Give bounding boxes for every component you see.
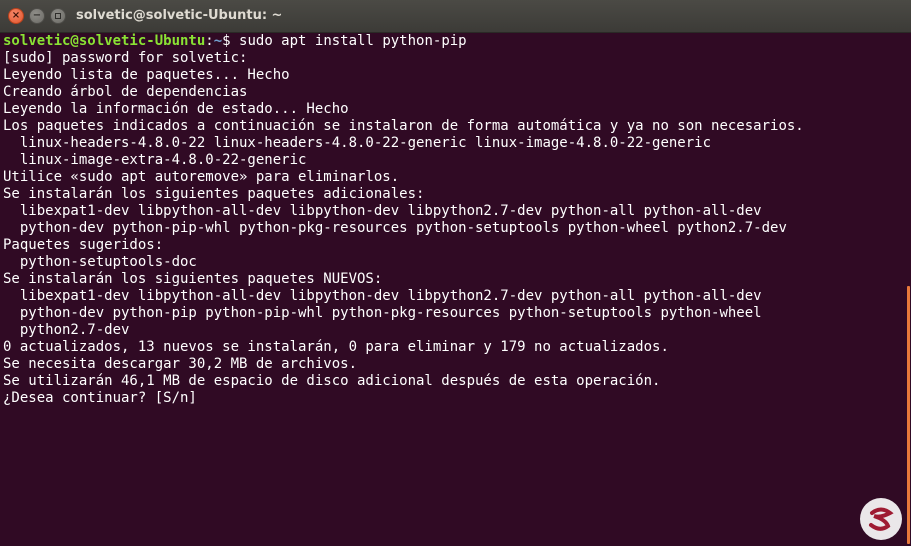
prompt-symbol: $ [222,33,240,49]
maximize-button[interactable] [50,8,66,24]
minimize-icon: − [32,10,42,21]
prompt-user: solvetic@solvetic-Ubuntu [3,33,206,49]
output-line: libexpat1-dev libpython-all-dev libpytho… [3,288,762,304]
output-line: linux-headers-4.8.0-22 linux-headers-4.8… [3,135,712,151]
confirm-prompt-line: ¿Desea continuar? [S/n] [3,390,197,406]
window-title: solvetic@solvetic-Ubuntu: ~ [76,8,283,23]
output-line: linux-image-extra-4.8.0-22-generic [3,152,307,168]
terminal-output[interactable]: solvetic@solvetic-Ubuntu:~$ sudo apt ins… [0,33,898,546]
output-line: Se utilizarán 46,1 MB de espacio de disc… [3,373,661,389]
maximize-icon [55,13,61,19]
terminal-window: × − solvetic@solvetic-Ubuntu: ~ solvetic… [0,0,911,546]
output-line: Creando árbol de dependencias [3,84,248,100]
prompt-separator: : [205,33,214,49]
output-line: 0 actualizados, 13 nuevos se instalarán,… [3,339,669,355]
solvetic-logo-icon [860,498,902,540]
output-line: [sudo] password for solvetic: [3,50,248,66]
prompt-path: ~ [213,33,223,49]
output-line: libexpat1-dev libpython-all-dev libpytho… [3,203,762,219]
output-line: python-dev python-pip-whl python-pkg-res… [3,220,787,236]
output-line: Leyendo lista de paquetes... Hecho [3,67,290,83]
output-line: python-dev python-pip python-pip-whl pyt… [3,305,762,321]
close-button[interactable]: × [8,8,24,24]
output-line: python-setuptools-doc [3,254,197,270]
output-line: Se instalarán los siguientes paquetes ad… [3,186,425,202]
output-line: Los paquetes indicados a continuación se… [3,118,804,134]
output-line: Utilice «sudo apt autoremove» para elimi… [3,169,400,185]
output-line: Se instalarán los siguientes paquetes NU… [3,271,383,287]
prompt-line: solvetic@solvetic-Ubuntu:~$ sudo apt ins… [3,33,467,50]
close-icon: × [11,10,21,21]
output-line: Paquetes sugeridos: [3,237,164,253]
command-text: sudo apt install python-pip [239,33,467,49]
minimize-button[interactable]: − [29,8,45,24]
output-line: python2.7-dev [3,322,130,338]
title-bar[interactable]: × − solvetic@solvetic-Ubuntu: ~ [0,0,911,33]
output-line: Leyendo la información de estado... Hech… [3,101,349,117]
output-line: Se necesita descargar 30,2 MB de archivo… [3,356,358,372]
scrollbar-thumb[interactable] [907,286,910,544]
